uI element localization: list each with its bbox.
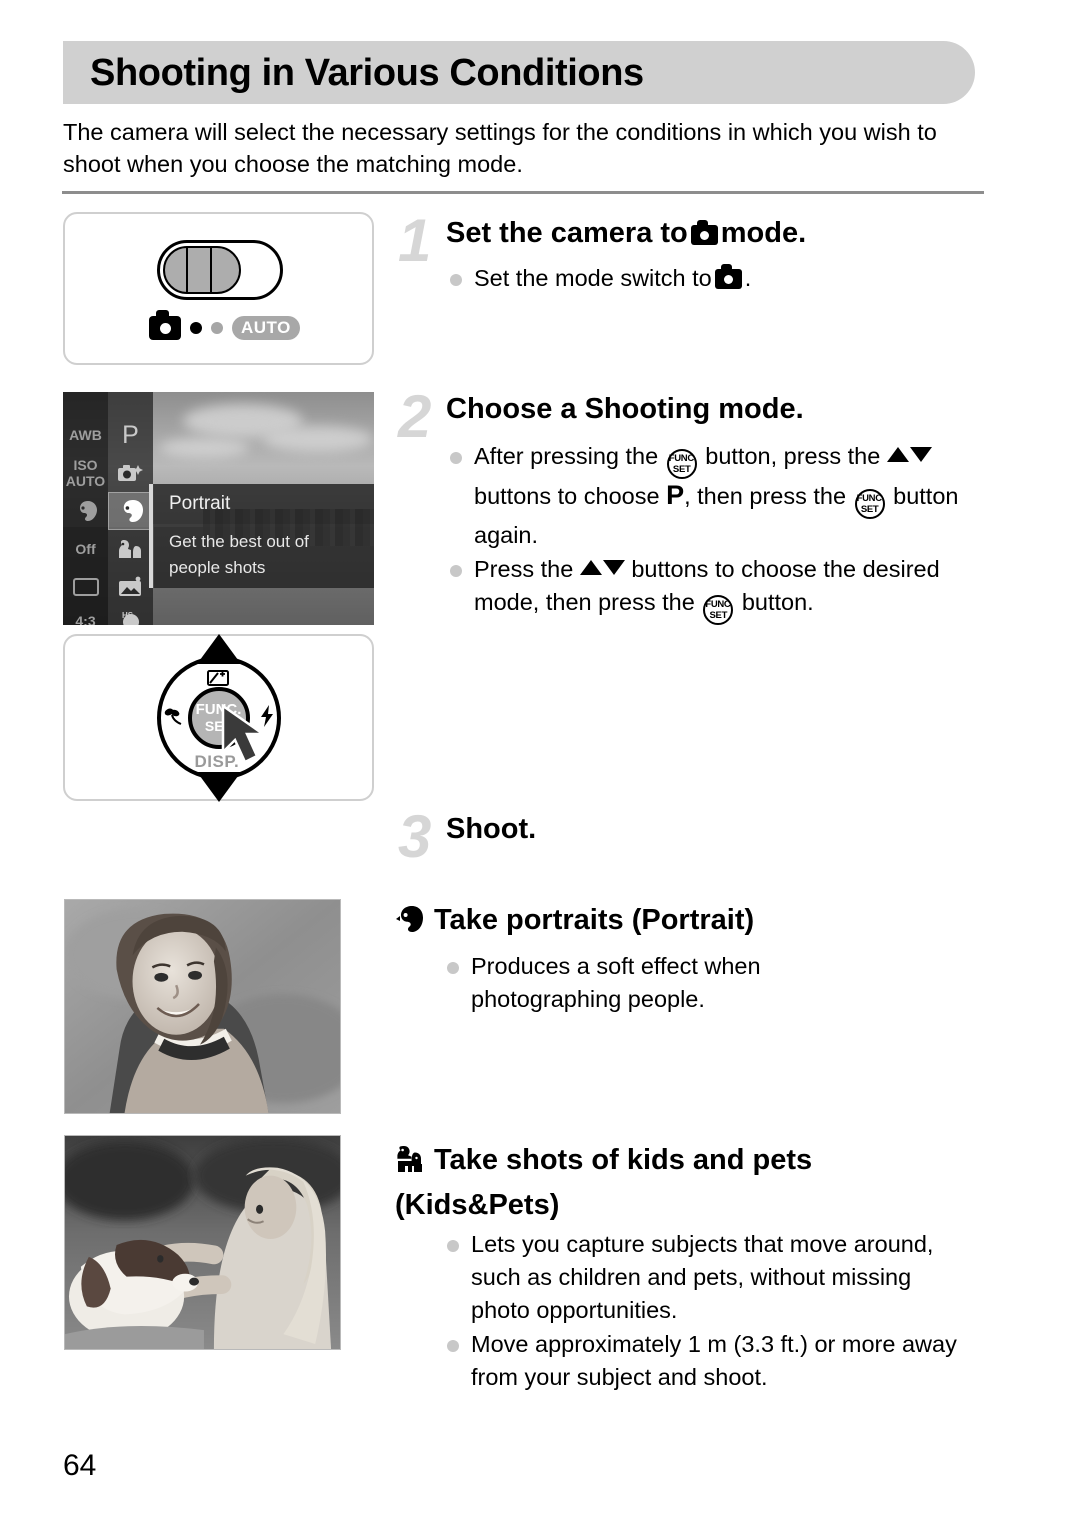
- kids-pets-bullet-2: Move approximately 1 m (3.3 ft.) or more…: [443, 1328, 973, 1394]
- up-arrow-icon: [579, 560, 602, 575]
- bullet-text-after: .: [744, 265, 752, 291]
- bullet-text-1: Press the: [474, 556, 574, 582]
- step-2-number: 2: [398, 383, 432, 450]
- func-set-icon: FUNC. SET: [703, 595, 734, 625]
- lcd-mode-kids-pets-icon[interactable]: [108, 530, 153, 568]
- macro-icon: [161, 706, 185, 732]
- camera-lcd-func-menu: AWB ISO AUTO Off 4:3 P HS Portrait Get t…: [63, 392, 374, 625]
- lcd-cloud: [159, 438, 249, 458]
- svg-text:HS: HS: [122, 611, 134, 620]
- step-2-bullet-2: Press the buttons to choose the desired …: [446, 553, 1006, 625]
- step-2-bullets: After pressing the FUNC. SET button, pres…: [446, 440, 1006, 626]
- lcd-cloud: [263, 426, 373, 452]
- lcd-setting-portrait-icon: [63, 492, 108, 530]
- lcd-setting-frame-icon: [63, 568, 108, 606]
- camera-icon: [690, 220, 718, 245]
- lcd-mode-auto-plus-icon[interactable]: [108, 454, 153, 492]
- func-set-icon: FUNC. SET: [666, 449, 697, 479]
- func-set-icon: FUNC. SET: [854, 489, 885, 519]
- kids-pets-sample-photo: [64, 1135, 341, 1350]
- step-3-number: 3: [398, 803, 432, 870]
- mode-switch-knob: [163, 246, 241, 294]
- step-1-number: 1: [398, 207, 432, 274]
- lcd-mode-column: P HS: [108, 392, 153, 625]
- down-arrow-icon: [602, 560, 625, 575]
- lcd-setting-aspect: 4:3: [75, 613, 96, 625]
- bullet-text-3: buttons to choose: [474, 483, 660, 509]
- bullet-text-4: , then press the: [684, 483, 847, 509]
- bullet-text-4: button.: [741, 589, 814, 615]
- portrait-mode-bullet-1: Produces a soft effect when photographin…: [443, 950, 863, 1016]
- page-title: Shooting in Various Conditions: [90, 52, 644, 94]
- lcd-mode-description: Get the best out of people shots: [153, 524, 374, 588]
- black-dot-icon: [190, 322, 202, 334]
- kids-pets-bullet-1: Lets you capture subjects that move arou…: [443, 1228, 973, 1327]
- pointer-cursor-icon: [219, 703, 299, 789]
- kids-pets-heading-line-2: (Kids&Pets): [395, 1189, 560, 1221]
- lcd-setting-iso: ISO AUTO: [65, 457, 106, 489]
- lcd-mode-highspeed-icon[interactable]: HS: [108, 602, 153, 625]
- step-2-title: Choose a Shooting mode.: [446, 393, 804, 425]
- step-1-title-after: mode.: [720, 217, 807, 249]
- step-1-title-before: Set the camera to: [446, 217, 688, 249]
- page-number: 64: [63, 1449, 97, 1482]
- step-1-bullet-1: Set the mode switch to.: [446, 262, 986, 295]
- lcd-setting-off: Off: [75, 541, 96, 557]
- program-mode-icon: P: [666, 480, 685, 510]
- step-2-bullet-1: After pressing the FUNC. SET button, pres…: [446, 440, 1006, 552]
- up-arrow-icon: [886, 447, 909, 462]
- kids-pets-mode-heading: Take shots of kids and pets (Kids&Pets): [395, 1140, 995, 1225]
- lcd-setting-awb: AWB: [69, 427, 102, 443]
- gray-dot-icon: [211, 322, 223, 334]
- portrait-mode-heading-text: Take portraits (Portrait): [434, 904, 755, 936]
- down-arrow-icon: [909, 447, 932, 462]
- kids-pets-mode-bullets: Lets you capture subjects that move arou…: [443, 1228, 973, 1395]
- lcd-mode-caption: Portrait: [153, 484, 374, 524]
- portrait-mode-heading: Take portraits (Portrait): [395, 900, 995, 945]
- mode-switch-illustration: AUTO: [63, 212, 374, 365]
- mode-switch-labels: AUTO: [149, 309, 309, 347]
- portrait-sample-photo: [64, 899, 341, 1114]
- camera-icon: [714, 264, 742, 289]
- page-intro-text: The camera will select the necessary set…: [63, 119, 937, 177]
- lcd-mode-p[interactable]: P: [108, 416, 153, 454]
- kids-pets-heading-line-1: Take shots of kids and pets: [434, 1144, 813, 1176]
- control-dial-illustration: DISP. FUNC. SET: [63, 633, 374, 802]
- lcd-mode-landscape-icon[interactable]: [108, 568, 153, 606]
- bullet-text-2: buttons to choose the: [631, 556, 857, 582]
- bullet-text-1: After pressing the: [474, 443, 659, 469]
- header-divider: [62, 191, 984, 194]
- step-3-title: Shoot.: [446, 813, 537, 845]
- lcd-settings-column: AWB ISO AUTO Off 4:3: [63, 392, 108, 625]
- portrait-mode-bullets: Produces a soft effect when photographin…: [443, 950, 863, 1017]
- portrait-head-icon: [395, 904, 425, 945]
- bullet-text-before: Set the mode switch to: [474, 265, 712, 291]
- kids-pets-icon: [395, 1144, 425, 1185]
- step-1-bullets: Set the mode switch to.: [446, 262, 986, 296]
- bullet-text-2: button, press the: [705, 443, 881, 469]
- camera-icon: [149, 310, 181, 340]
- auto-label: AUTO: [232, 316, 300, 340]
- lcd-desc-line-2: people shots: [169, 558, 266, 577]
- lcd-desc-line-1: Get the best out of: [169, 532, 309, 551]
- step-1-title: Set the camera to mode.: [446, 214, 806, 252]
- mode-switch-track: [157, 240, 283, 300]
- dial-up-button[interactable]: [196, 633, 241, 664]
- lcd-mode-portrait-icon[interactable]: [108, 492, 153, 530]
